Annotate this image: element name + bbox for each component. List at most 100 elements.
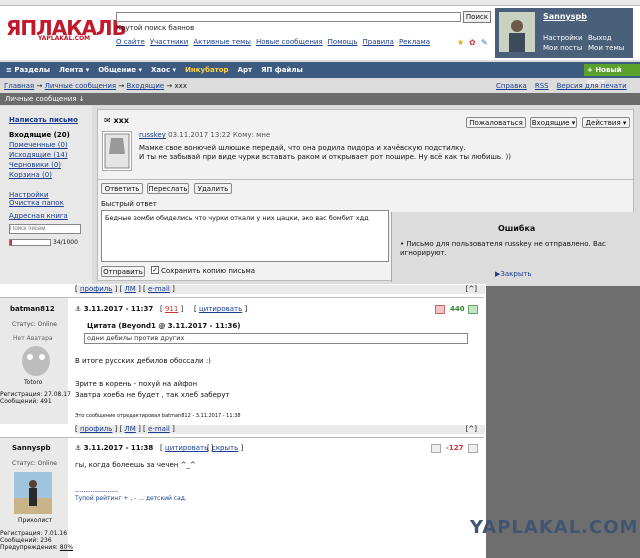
crumb-pm[interactable]: Личные сообщения	[45, 82, 117, 90]
rate-down-icon[interactable]	[435, 305, 445, 314]
help-link[interactable]: Справка	[496, 82, 527, 90]
print-link[interactable]: Версия для печати	[557, 82, 627, 90]
post1-status: Статус: Online	[12, 321, 57, 328]
complain-button[interactable]: Пожаловаться	[466, 117, 526, 128]
sender-avatar[interactable]	[102, 131, 132, 171]
post1-avatar-label: Нет Аватара	[13, 335, 53, 342]
message-author[interactable]: russkey	[139, 131, 166, 139]
email-link[interactable]: e-mail	[148, 285, 170, 293]
post1-date: ⚓ 3.11.2017 - 11:37	[75, 305, 154, 313]
post1-quote-text: одни дебилы против других	[84, 333, 468, 344]
address-book-link[interactable]: Адресная книга	[9, 212, 68, 220]
post1-line1: В итоге русских дебилов обоссали :)	[75, 357, 211, 365]
profile-link[interactable]: профиль	[80, 285, 112, 293]
crumb-inbox[interactable]: Входящие	[126, 82, 164, 90]
post1-avatar[interactable]	[18, 343, 54, 377]
rate-up-icon[interactable]	[468, 305, 478, 314]
post1-author[interactable]: batman812	[10, 305, 55, 313]
error-close-button[interactable]: ▶Закрыть	[495, 270, 532, 278]
nav-talk[interactable]: Общение ▾	[98, 66, 142, 74]
nav-files[interactable]: ЯП файлы	[261, 66, 303, 74]
user-name[interactable]: Sannyspb	[543, 12, 587, 21]
nav-chaos[interactable]: Хаос ▾	[151, 66, 176, 74]
scroll-up-icon[interactable]: [^]	[466, 425, 477, 433]
post1-msgs: Сообщений: 491	[0, 398, 52, 405]
save-copy-label: Сохранить копию письма	[161, 267, 256, 275]
mail-search-input[interactable]	[9, 224, 81, 234]
quota-text: 34/1000	[53, 239, 78, 246]
post2-avatar[interactable]	[14, 472, 52, 514]
folder-outbox[interactable]: Исходящие (14)	[9, 151, 68, 159]
rss-link[interactable]: RSS	[535, 82, 549, 90]
post1-quote-button[interactable]: [ цитировать ]	[194, 305, 247, 313]
save-copy-checkbox[interactable]: ✓	[151, 266, 159, 274]
reply-button[interactable]: Ответить	[101, 183, 143, 194]
search-button[interactable]: Поиск	[463, 11, 491, 23]
post1-quote-head: Цитата (Beyond1 @ 3.11.2017 - 11:36)	[87, 322, 241, 330]
post-divider	[0, 437, 484, 438]
post1-num[interactable]: [ 911 ]	[160, 305, 183, 313]
flower-icon[interactable]: ✿	[469, 38, 476, 47]
folder-trash[interactable]: Корзина (0)	[9, 171, 52, 179]
post2-hide-button[interactable]: [ скрыть ]	[207, 444, 243, 452]
email-link[interactable]: e-mail	[148, 425, 170, 433]
user-settings-link[interactable]: Настройки	[543, 34, 583, 42]
main-nav: ≡ Разделы Лента ▾ Общение ▾ Хаос ▾ Инкуб…	[0, 62, 640, 78]
user-posts-link[interactable]: Мои посты	[543, 44, 582, 52]
profile-link[interactable]: профиль	[80, 425, 112, 433]
pm-link[interactable]: ЛМ	[125, 285, 136, 293]
rate-down-icon[interactable]	[431, 444, 441, 453]
link-help[interactable]: Помощь	[328, 38, 358, 46]
post2-rating: -127	[446, 444, 464, 452]
nav-art[interactable]: Арт	[238, 66, 253, 74]
settings-link[interactable]: Настройки	[9, 191, 49, 199]
folder-inbox[interactable]: Входящие (20)	[9, 131, 70, 139]
folder-drafts[interactable]: Черновики (0)	[9, 161, 61, 169]
post2-date: ⚓ 3.11.2017 - 11:38	[75, 444, 154, 452]
scroll-up-icon[interactable]: [^]	[466, 285, 477, 293]
link-ads[interactable]: Реклама	[399, 38, 430, 46]
clear-folders-link[interactable]: Очистка папок	[9, 199, 64, 207]
post1-reg: Регистрация: 27.08.17	[0, 391, 71, 398]
star-icon[interactable]: ★	[457, 38, 464, 47]
logout-link[interactable]: Выход	[588, 34, 612, 42]
link-new[interactable]: Новые сообщения	[256, 38, 323, 46]
delete-button[interactable]: Удалить	[194, 183, 232, 194]
post1-avatar-name: Totoro	[24, 379, 43, 386]
user-topics-link[interactable]: Мои темы	[588, 44, 624, 52]
post2-author[interactable]: Sannyspb	[12, 444, 50, 452]
reply-textarea[interactable]: Бедные зомби обиделись что чурки откали …	[101, 210, 389, 262]
top-strip	[0, 0, 640, 6]
message-subject: ✉ xxx	[104, 116, 129, 125]
search-hint[interactable]: Крутой поиск баянов	[116, 24, 194, 32]
error-title: Ошибка	[498, 224, 536, 233]
nav-sections[interactable]: ≡ Разделы	[6, 66, 50, 74]
new-post-button[interactable]: + Новый пост	[584, 64, 640, 86]
error-text: • Письмо для пользователя russkey не отп…	[400, 240, 606, 257]
crumb-home[interactable]: Главная	[4, 82, 34, 90]
inbox-dropdown[interactable]: Входящие ▾	[530, 117, 577, 128]
send-button[interactable]: Отправить	[101, 266, 145, 277]
rate-up-icon[interactable]	[468, 444, 478, 453]
forward-button[interactable]: Переслать	[147, 183, 189, 194]
post2-signature: Тупой рейтинг + , - ... детский сад.	[75, 495, 187, 502]
search-input[interactable]	[116, 12, 461, 22]
link-active[interactable]: Активные темы	[193, 38, 251, 46]
avatar[interactable]	[499, 12, 535, 52]
post2-quote-button[interactable]: [ цитировать ]	[160, 444, 213, 452]
watermark: YAPLAKAL.COM	[470, 517, 639, 538]
post0-footer: [ профиль ] [ ЛМ ] [ e-mail ] [^]	[75, 285, 485, 294]
actions-dropdown[interactable]: Действия ▾	[582, 117, 630, 128]
nav-feed[interactable]: Лента ▾	[59, 66, 89, 74]
link-rules[interactable]: Правила	[363, 38, 394, 46]
pen-icon[interactable]: ✎	[481, 38, 488, 47]
quota-bar	[9, 239, 51, 246]
nav-incubator[interactable]: Инкубатор	[185, 66, 229, 74]
pm-link[interactable]: ЛМ	[125, 425, 136, 433]
folder-marked[interactable]: Помеченные (0)	[9, 141, 68, 149]
link-members[interactable]: Участники	[150, 38, 189, 46]
post2-sig-sep: --------------------	[75, 488, 119, 495]
compose-link[interactable]: Написать письмо	[9, 116, 78, 124]
link-about[interactable]: О сайте	[116, 38, 145, 46]
post1-edited: Это сообщение отредактировал batman812 -…	[75, 413, 241, 419]
